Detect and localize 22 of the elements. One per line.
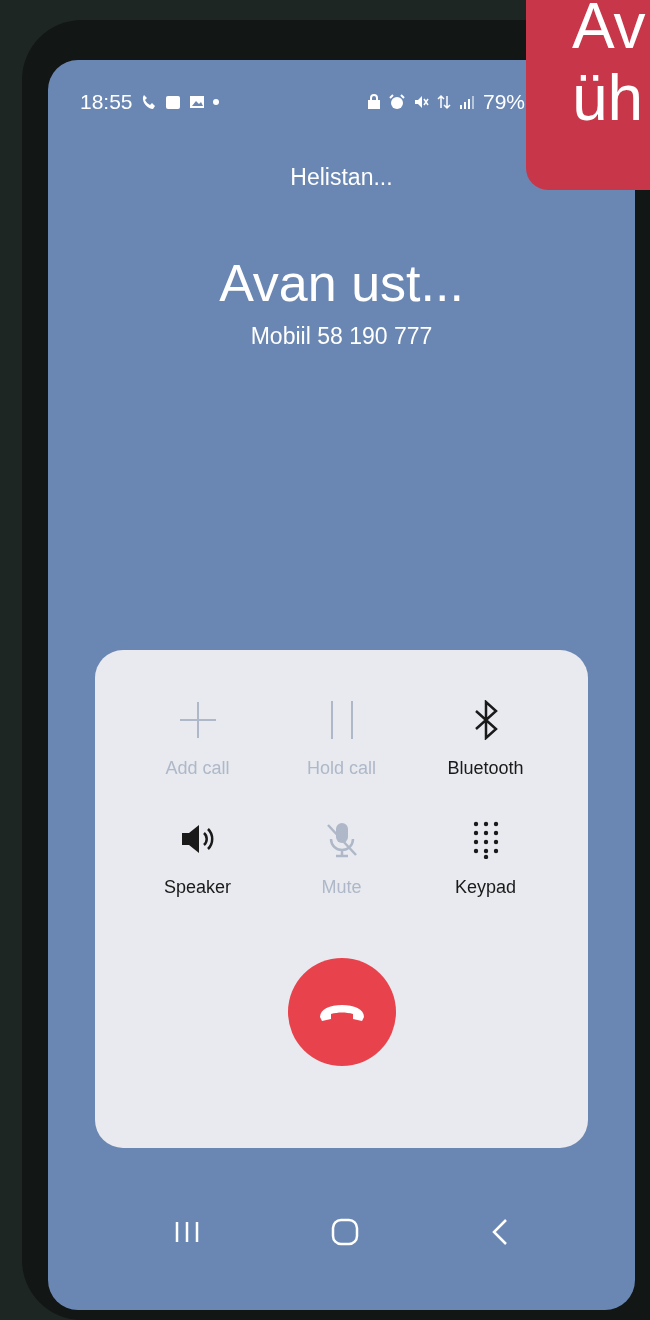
status-time: 18:55: [80, 90, 133, 114]
plus-icon: [177, 700, 218, 740]
call-action-button[interactable]: Bluetooth: [413, 700, 558, 779]
recent-apps-icon[interactable]: [173, 1220, 200, 1244]
mute-icon: [412, 94, 429, 110]
back-icon[interactable]: [491, 1218, 510, 1246]
call-action-button[interactable]: Speaker: [125, 819, 270, 898]
lock-icon: [366, 94, 381, 110]
phone-number: Mobiil 58 190 777: [250, 323, 433, 350]
call-status: Helistan...: [290, 164, 393, 191]
data-icon: [436, 94, 451, 110]
image-icon: [188, 94, 205, 110]
home-icon[interactable]: [331, 1218, 360, 1246]
dot-icon: [212, 99, 219, 105]
alarm-icon: [388, 94, 405, 110]
contact-name: Avan ust...: [219, 253, 464, 313]
call-action-button[interactable]: Keypad: [413, 819, 558, 898]
signal-icon: [458, 94, 475, 110]
banner-text: Av: [572, 0, 647, 62]
banner-text: üh: [572, 62, 645, 134]
battery-percentage: 79%: [482, 90, 525, 114]
phone-icon: [140, 94, 157, 110]
